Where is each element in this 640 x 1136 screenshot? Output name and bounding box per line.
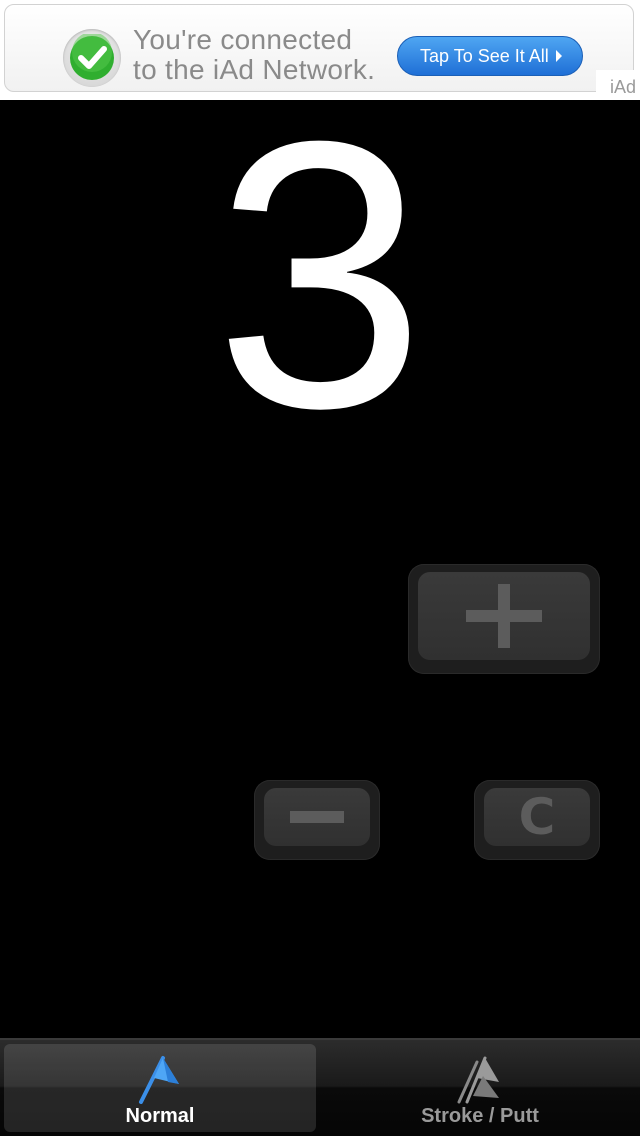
decrement-button-face [264,788,370,846]
checkmark-icon [63,29,121,87]
clear-label: C [518,788,556,846]
increment-button[interactable] [408,564,600,674]
tab-normal[interactable]: Normal [4,1044,316,1132]
tab-bar: Normal Stroke / Putt [0,1038,640,1136]
ad-cta-label: Tap To See It All [420,46,549,66]
tab-normal-label: Normal [125,1105,195,1127]
decrement-button[interactable] [254,780,380,860]
chevron-right-icon [556,50,562,62]
clear-button-face: C [484,788,590,846]
tab-stroke-putt-label: Stroke / Putt [421,1105,539,1127]
increment-button-face [418,572,590,660]
tab-stroke-putt[interactable]: Stroke / Putt [324,1044,636,1132]
clear-button[interactable]: C [474,780,600,860]
ad-message-line1: You're connected [133,24,353,55]
app-screen: You're connected to the iAd Network. Tap… [0,0,640,1136]
minus-icon [290,811,344,823]
double-flag-icon [455,1054,505,1109]
score-display: 3 [214,62,426,487]
plus-icon [466,584,542,648]
flag-icon [135,1054,185,1109]
iad-label: iAd [609,77,636,97]
